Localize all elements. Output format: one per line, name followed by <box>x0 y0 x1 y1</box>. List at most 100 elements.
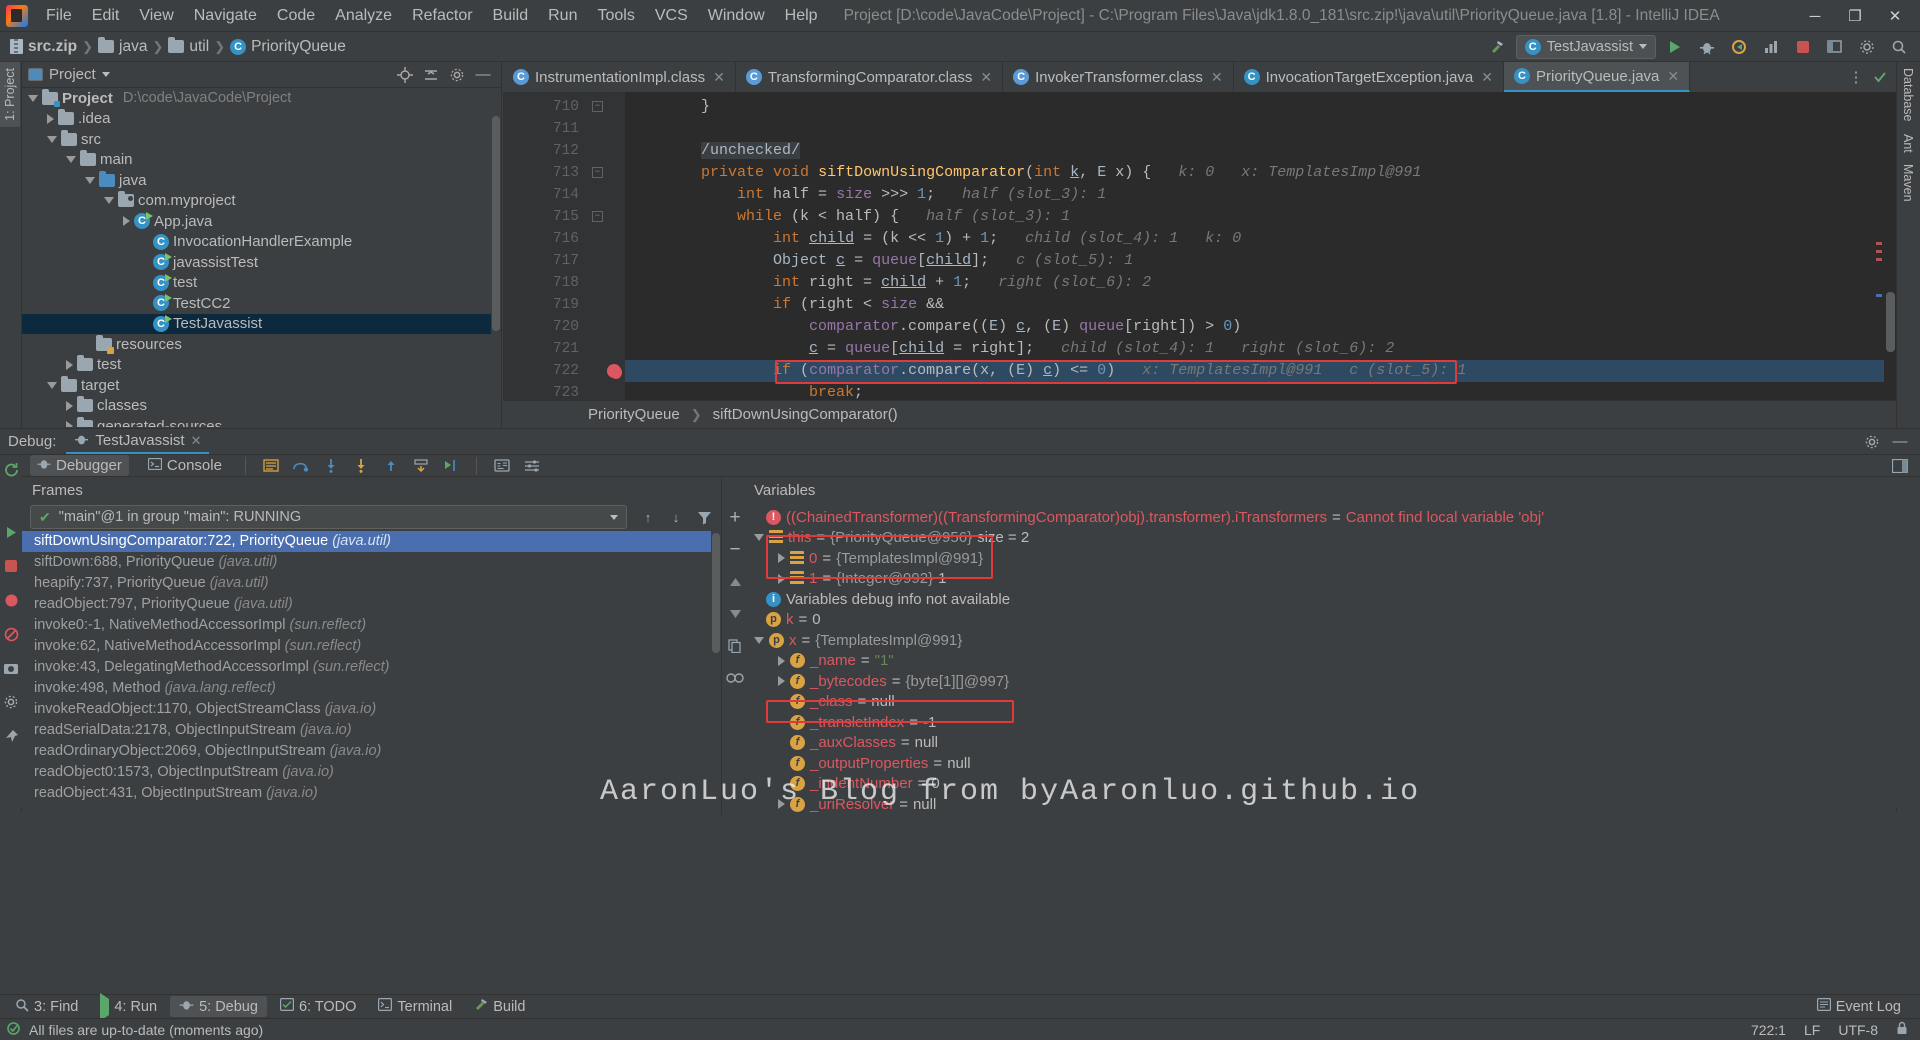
lock-icon[interactable] <box>1896 1021 1908 1038</box>
breadcrumb-java[interactable]: java <box>98 38 147 56</box>
gutter-line-714[interactable]: 714 <box>503 184 625 206</box>
chevron-down-icon[interactable] <box>610 515 618 520</box>
variables-list[interactable]: !((ChainedTransformer)((TransformingComp… <box>748 503 1920 815</box>
code-line-718[interactable]: int right = child + 1; right (slot_6): 2 <box>625 272 1896 294</box>
variable-row[interactable]: f_uriResolver = null <box>748 794 1920 815</box>
run-with-coverage-icon[interactable] <box>1726 35 1752 59</box>
tree-row-test[interactable]: test <box>22 355 501 376</box>
bottom-tab-todo[interactable]: 6: TODO <box>271 996 365 1017</box>
variable-row[interactable]: 0 = {TemplatesImpl@991} <box>748 548 1920 569</box>
gutter-line-721[interactable]: 721 <box>503 338 625 360</box>
code-line-719[interactable]: if (right < size && <box>625 294 1896 316</box>
panel-settings-gear-icon[interactable] <box>449 67 465 83</box>
move-watch-up-icon[interactable] <box>726 573 744 591</box>
tree-row-java[interactable]: java <box>22 170 501 191</box>
variable-row[interactable]: f_class = null <box>748 692 1920 713</box>
menu-edit[interactable]: Edit <box>82 3 130 29</box>
fold-toggle-icon[interactable]: − <box>592 211 603 222</box>
gutter-line-710[interactable]: 710− <box>503 96 625 118</box>
tree-row-target[interactable]: target <box>22 375 501 396</box>
show-execution-point-icon[interactable] <box>262 457 280 475</box>
view-breakpoints-icon[interactable] <box>2 591 20 609</box>
search-icon[interactable] <box>1886 35 1912 59</box>
gutter-line-718[interactable]: 718 <box>503 272 625 294</box>
hide-debug-panel-icon[interactable]: — <box>1892 434 1908 450</box>
variable-row[interactable]: f_auxClasses = null <box>748 733 1920 754</box>
variable-row[interactable]: f_name = "1" <box>748 651 1920 672</box>
menu-file[interactable]: File <box>36 3 82 29</box>
code-line-711[interactable] <box>625 118 1896 140</box>
menu-vcs[interactable]: VCS <box>645 3 698 29</box>
variable-row[interactable]: px = {TemplatesImpl@991} <box>748 630 1920 651</box>
run-icon[interactable] <box>1662 35 1688 59</box>
tree-row-testcc2[interactable]: CTestCC2 <box>22 293 501 314</box>
debug-settings-gear-icon[interactable] <box>1864 434 1880 450</box>
tree-row-app-java[interactable]: CApp.java <box>22 211 501 232</box>
locate-target-icon[interactable] <box>397 67 413 83</box>
frame-row[interactable]: readObject:431, ObjectInputStream (java.… <box>22 783 721 804</box>
frame-row[interactable]: siftDownUsingComparator:722, PriorityQue… <box>22 531 721 552</box>
chevron-down-icon[interactable] <box>66 156 76 163</box>
editor-tab-priorityqueue-java[interactable]: CPriorityQueue.java✕ <box>1504 62 1690 92</box>
breadcrumb-priorityqueue[interactable]: C PriorityQueue <box>230 38 346 56</box>
close-icon[interactable]: ✕ <box>980 69 992 86</box>
menu-refactor[interactable]: Refactor <box>402 3 482 29</box>
caret-position[interactable]: 722:1 <box>1751 1022 1786 1038</box>
code-line-715[interactable]: while (k < half) { half (slot_3): 1 <box>625 206 1896 228</box>
chevron-down-icon[interactable] <box>754 637 764 644</box>
frames-scrollbar[interactable] <box>711 531 721 815</box>
event-log-button[interactable]: Event Log <box>1808 996 1910 1017</box>
profiler-icon[interactable] <box>1758 35 1784 59</box>
bottom-tab-find[interactable]: 3: Find <box>6 996 87 1018</box>
gutter-line-712[interactable]: 712 <box>503 140 625 162</box>
menu-view[interactable]: View <box>129 3 183 29</box>
gutter-line-713[interactable]: 713− <box>503 162 625 184</box>
line-separator[interactable]: LF <box>1804 1022 1820 1038</box>
code-line-720[interactable]: comparator.compare((E) c, (E) queue[righ… <box>625 316 1896 338</box>
gutter-line-711[interactable]: 711 <box>503 118 625 140</box>
bottom-tab-build[interactable]: Build <box>465 996 534 1017</box>
close-icon[interactable]: ✕ <box>1667 68 1679 85</box>
copy-value-icon[interactable] <box>726 637 744 655</box>
frame-row[interactable]: readSerialData:2178, ObjectInputStream (… <box>22 720 721 741</box>
menu-run[interactable]: Run <box>538 3 587 29</box>
scrollbar-thumb[interactable] <box>1886 292 1895 352</box>
code-line-721[interactable]: c = queue[child = right]; child (slot_4)… <box>625 338 1896 360</box>
tree-row-classes[interactable]: classes <box>22 396 501 417</box>
close-icon[interactable]: ✕ <box>1481 69 1493 86</box>
tree-row-testjavassist[interactable]: CTestJavassist <box>22 314 501 335</box>
camera-icon[interactable] <box>2 659 20 677</box>
sidebar-item-project[interactable]: 1: Project <box>0 62 20 127</box>
layout-settings-icon[interactable] <box>523 457 541 475</box>
collapse-all-icon[interactable] <box>423 67 439 83</box>
chevron-right-icon[interactable] <box>778 676 785 686</box>
gutter-line-719[interactable]: 719 <box>503 294 625 316</box>
scrollbar-thumb[interactable] <box>492 116 500 331</box>
step-over-icon[interactable] <box>292 457 310 475</box>
project-tree[interactable]: ProjectD:\code\JavaCode\Project.ideasrcm… <box>22 88 501 427</box>
editor-code[interactable]: } /unchecked/ private void siftDownUsing… <box>625 92 1896 412</box>
bottom-tab-debug[interactable]: 5: Debug <box>170 996 267 1017</box>
thread-selector[interactable]: ✔ "main"@1 in group "main": RUNNING <box>30 505 627 529</box>
editor-vertical-scrollbar[interactable] <box>1884 92 1896 412</box>
sidebar-item-database[interactable]: Database <box>1897 62 1919 128</box>
chevron-down-icon[interactable] <box>47 136 57 143</box>
tree-row-com-myproject[interactable]: com.myproject <box>22 191 501 212</box>
editor-tab-instrumentationimpl-class[interactable]: CInstrumentationImpl.class✕ <box>503 62 736 92</box>
chevron-right-icon[interactable] <box>778 656 785 666</box>
frame-row[interactable]: invoke:62, NativeMethodAccessorImpl (sun… <box>22 636 721 657</box>
frame-row[interactable]: readObject0:1573, ObjectInputStream (jav… <box>22 762 721 783</box>
chevron-down-icon[interactable] <box>104 197 114 204</box>
frame-row[interactable]: invokeReadObject:1170, ObjectStreamClass… <box>22 699 721 720</box>
breakpoint-icon[interactable] <box>607 364 621 378</box>
gutter-line-716[interactable]: 716 <box>503 228 625 250</box>
breadcrumb-util[interactable]: util <box>168 38 209 56</box>
filter-icon[interactable] <box>695 508 713 526</box>
bottom-tab-run[interactable]: 4: Run <box>91 997 166 1017</box>
chevron-down-icon[interactable] <box>28 95 38 102</box>
layout-icon[interactable] <box>1822 35 1848 59</box>
move-watch-down-icon[interactable] <box>726 605 744 623</box>
code-line-712[interactable]: /unchecked/ <box>625 140 1896 162</box>
variable-row[interactable]: iVariables debug info not available <box>748 589 1920 610</box>
menu-code[interactable]: Code <box>267 3 325 29</box>
